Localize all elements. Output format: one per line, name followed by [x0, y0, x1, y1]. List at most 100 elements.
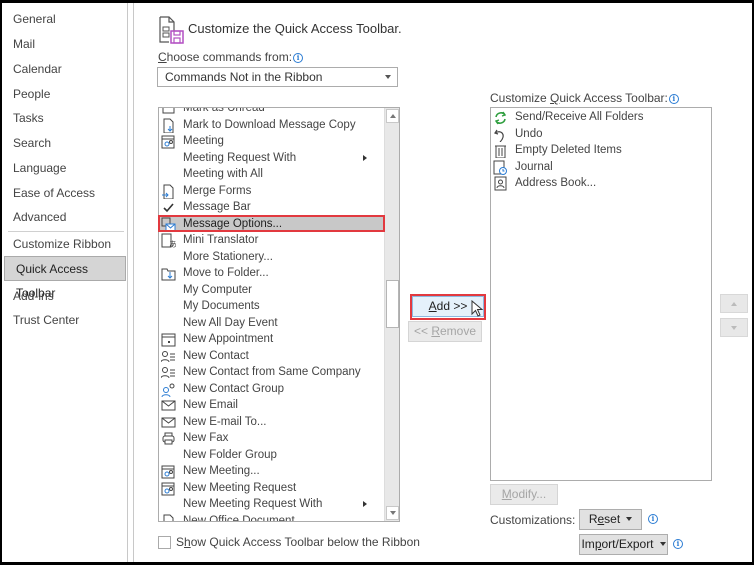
nav-item-add-ins[interactable]: Add-ins — [2, 284, 126, 308]
command-item[interactable]: Message Options... — [159, 215, 385, 232]
command-item-label: Message Options... — [183, 217, 283, 230]
contact-icon — [161, 367, 175, 379]
info-icon[interactable]: i — [293, 53, 304, 63]
command-item[interactable]: New Office Document — [159, 513, 385, 521]
command-item[interactable]: New Meeting Request With — [159, 496, 385, 513]
command-item[interactable]: Move to Folder... — [159, 265, 385, 282]
move-up-button[interactable] — [720, 294, 748, 313]
command-item-label: New Contact from Same Company — [183, 366, 361, 378]
qat-item[interactable]: Journal — [491, 159, 711, 176]
choose-commands-label: Choose commands from: i — [158, 50, 304, 64]
command-item[interactable]: Mark as Unread — [159, 108, 385, 117]
scrollbar-thumb[interactable] — [386, 280, 399, 328]
appointment-icon — [161, 333, 176, 347]
qat-list[interactable]: Send/Receive All Folders Undo Empty Delete… — [490, 107, 712, 481]
nav-item-ease-of-access[interactable]: Ease of Access — [2, 181, 126, 205]
commands-list[interactable]: Mark as Unread Mark to Download Message C… — [158, 107, 400, 522]
panel-divider — [133, 3, 134, 562]
command-item-label: New Fax — [183, 432, 229, 444]
nav-item-tasks[interactable]: Tasks — [2, 106, 126, 130]
journal-icon — [493, 160, 507, 175]
address-book-icon — [494, 176, 507, 191]
command-item-label: New Contact — [183, 349, 249, 362]
command-item[interactable]: Message Bar — [159, 199, 385, 216]
choose-commands-dropdown[interactable]: Commands Not in the Ribbon — [157, 67, 398, 87]
command-item-label: New Meeting... — [183, 465, 260, 477]
command-item[interactable]: New Contact Group — [159, 381, 385, 398]
show-below-ribbon-checkbox[interactable] — [158, 536, 171, 549]
command-item-label: More Stationery... — [183, 250, 273, 263]
command-item[interactable]: New Folder Group — [159, 447, 385, 464]
command-item[interactable]: あ Mini Translator — [159, 232, 385, 249]
import-export-dropdown-button[interactable]: Import/Export — [579, 534, 668, 555]
nav-item-trust-center[interactable]: Trust Center — [2, 308, 126, 332]
command-item[interactable]: New Email — [159, 397, 385, 414]
options-nav: General Mail Calendar People Tasks Searc… — [2, 3, 128, 562]
document-icon — [163, 514, 174, 521]
command-item-label: Meeting Request With — [183, 151, 297, 164]
command-item[interactable]: New E-mail To... — [159, 414, 385, 431]
command-item[interactable]: My Documents — [159, 298, 385, 315]
command-item-label: Move to Folder... — [183, 267, 269, 279]
command-item[interactable]: Merge Forms — [159, 183, 385, 200]
message-options-icon — [161, 217, 176, 231]
options-dialog: General Mail Calendar People Tasks Searc… — [2, 3, 752, 562]
undo-icon — [494, 129, 504, 142]
command-item[interactable]: Mark to Download Message Copy — [159, 117, 385, 134]
info-icon[interactable]: i — [648, 514, 658, 524]
command-item[interactable]: New All Day Event — [159, 315, 385, 332]
download-copy-icon — [163, 118, 174, 133]
command-item-label: Merge Forms — [183, 184, 252, 197]
show-below-ribbon-label[interactable]: Show Quick Access Toolbar below the Ribb… — [176, 535, 420, 549]
nav-item-customize-ribbon[interactable]: Customize Ribbon — [2, 232, 126, 256]
qat-item[interactable]: Address Book... — [491, 175, 711, 192]
remove-button[interactable]: << Remove — [408, 321, 482, 342]
qat-item[interactable]: Empty Deleted Items — [491, 142, 711, 159]
commands-scrollbar[interactable] — [384, 108, 399, 521]
command-item-label: New Folder Group — [183, 448, 277, 461]
command-item[interactable]: My Computer — [159, 282, 385, 299]
nav-item-advanced[interactable]: Advanced — [2, 205, 126, 229]
modify-button[interactable]: Modify... — [490, 484, 558, 505]
nav-item-calendar[interactable]: Calendar — [2, 57, 126, 81]
command-item[interactable]: New Meeting... — [159, 463, 385, 480]
command-item-label: Meeting — [183, 135, 224, 147]
command-item[interactable]: Meeting with All — [159, 166, 385, 183]
command-item[interactable]: New Meeting Request — [159, 480, 385, 497]
command-item[interactable]: More Stationery... — [159, 249, 385, 266]
command-item-label: New Contact Group — [183, 382, 284, 395]
choose-commands-value: Commands Not in the Ribbon — [165, 70, 323, 84]
nav-item-people[interactable]: People — [2, 82, 126, 106]
info-icon[interactable]: i — [673, 539, 683, 549]
nav-item-search[interactable]: Search — [2, 131, 126, 155]
scroll-down-button[interactable] — [386, 506, 399, 520]
command-item-label: New Meeting Request With — [183, 498, 323, 510]
command-item[interactable]: New Contact from Same Company — [159, 364, 385, 381]
command-item[interactable]: New Appointment — [159, 331, 385, 348]
info-icon[interactable]: i — [668, 94, 679, 104]
nav-item-language[interactable]: Language — [2, 156, 126, 180]
meeting-icon — [161, 465, 175, 479]
trash-icon — [495, 145, 506, 158]
command-item[interactable]: Meeting Request With — [159, 150, 385, 167]
command-item-label: Meeting with All — [183, 168, 263, 180]
reset-dropdown-button[interactable]: Reset — [579, 509, 642, 530]
command-item[interactable]: Meeting — [159, 133, 385, 150]
command-item-label: New Appointment — [183, 333, 274, 345]
scroll-up-button[interactable] — [386, 109, 399, 123]
customize-toolbar-icon — [159, 16, 184, 44]
merge-forms-icon — [162, 184, 174, 199]
command-item-label: Mark to Download Message Copy — [183, 118, 356, 131]
nav-item-mail[interactable]: Mail — [2, 32, 126, 56]
qat-item[interactable]: Undo — [491, 126, 711, 143]
email-icon — [161, 417, 176, 427]
move-down-button[interactable] — [720, 318, 748, 337]
qat-item-label: Send/Receive All Folders — [515, 111, 644, 123]
nav-item-general[interactable]: General — [2, 7, 126, 31]
command-item[interactable]: New Contact — [159, 348, 385, 365]
command-item[interactable]: New Fax — [159, 430, 385, 447]
qat-item[interactable]: Send/Receive All Folders — [491, 109, 711, 126]
qat-list-label: Customize Quick Access Toolbar: i — [490, 91, 679, 105]
svg-text:あ: あ — [169, 240, 176, 248]
nav-item-quick-access-toolbar[interactable]: Quick Access Toolbar — [4, 256, 126, 300]
